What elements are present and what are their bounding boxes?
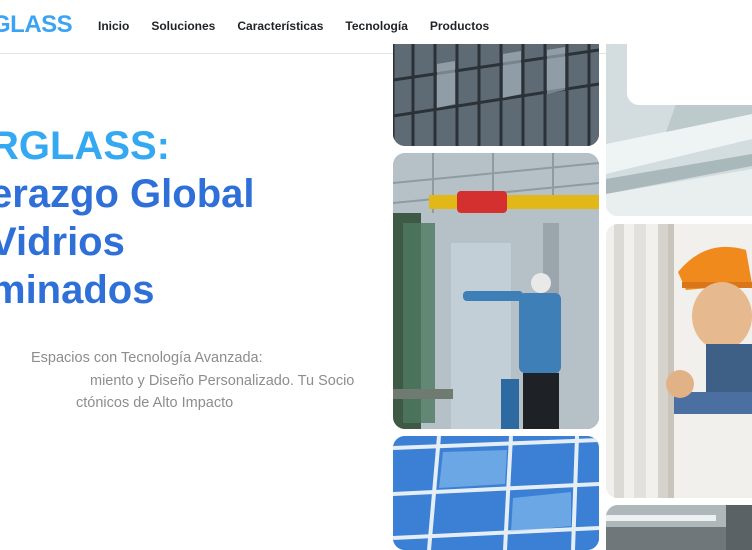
factory-glass-worker-photo (393, 153, 599, 429)
nav-item-caracteristicas[interactable]: Características (237, 18, 323, 34)
hero-title-line: erazgo Global (0, 172, 255, 216)
main-menu: Inicio Soluciones Características Tecnol… (98, 18, 489, 34)
hero-subtitle-line: miento y Diseño Personalizado. Tu Socio (90, 372, 355, 389)
blue-glass-building-photo (393, 436, 599, 550)
hero-title: RGLASS: erazgo Global Vidrios minados (0, 122, 370, 314)
brand-logo[interactable]: GLASS (0, 11, 73, 39)
gallery-cutout (627, 44, 752, 105)
building-facade-photo (393, 44, 599, 146)
hero-subtitle-line: Espacios con Tecnología Avanzada: (31, 350, 263, 366)
nav-item-productos[interactable]: Productos (430, 18, 489, 34)
nav-item-tecnologia[interactable]: Tecnología (345, 18, 407, 34)
building-exterior-photo (606, 505, 752, 550)
hero-subtitle-line: ctónicos de Alto Impacto (76, 395, 234, 411)
worker-holding-window-photo (606, 224, 752, 498)
nav-item-inicio[interactable]: Inicio (98, 18, 129, 34)
hero-title-line: Vidrios (0, 220, 125, 264)
nav-item-soluciones[interactable]: Soluciones (151, 18, 215, 34)
hero-title-line: RGLASS: (0, 124, 170, 168)
hero-subtitle: Espacios con Tecnología Avanzada: miento… (0, 347, 370, 415)
hero-title-line: minados (0, 268, 155, 312)
